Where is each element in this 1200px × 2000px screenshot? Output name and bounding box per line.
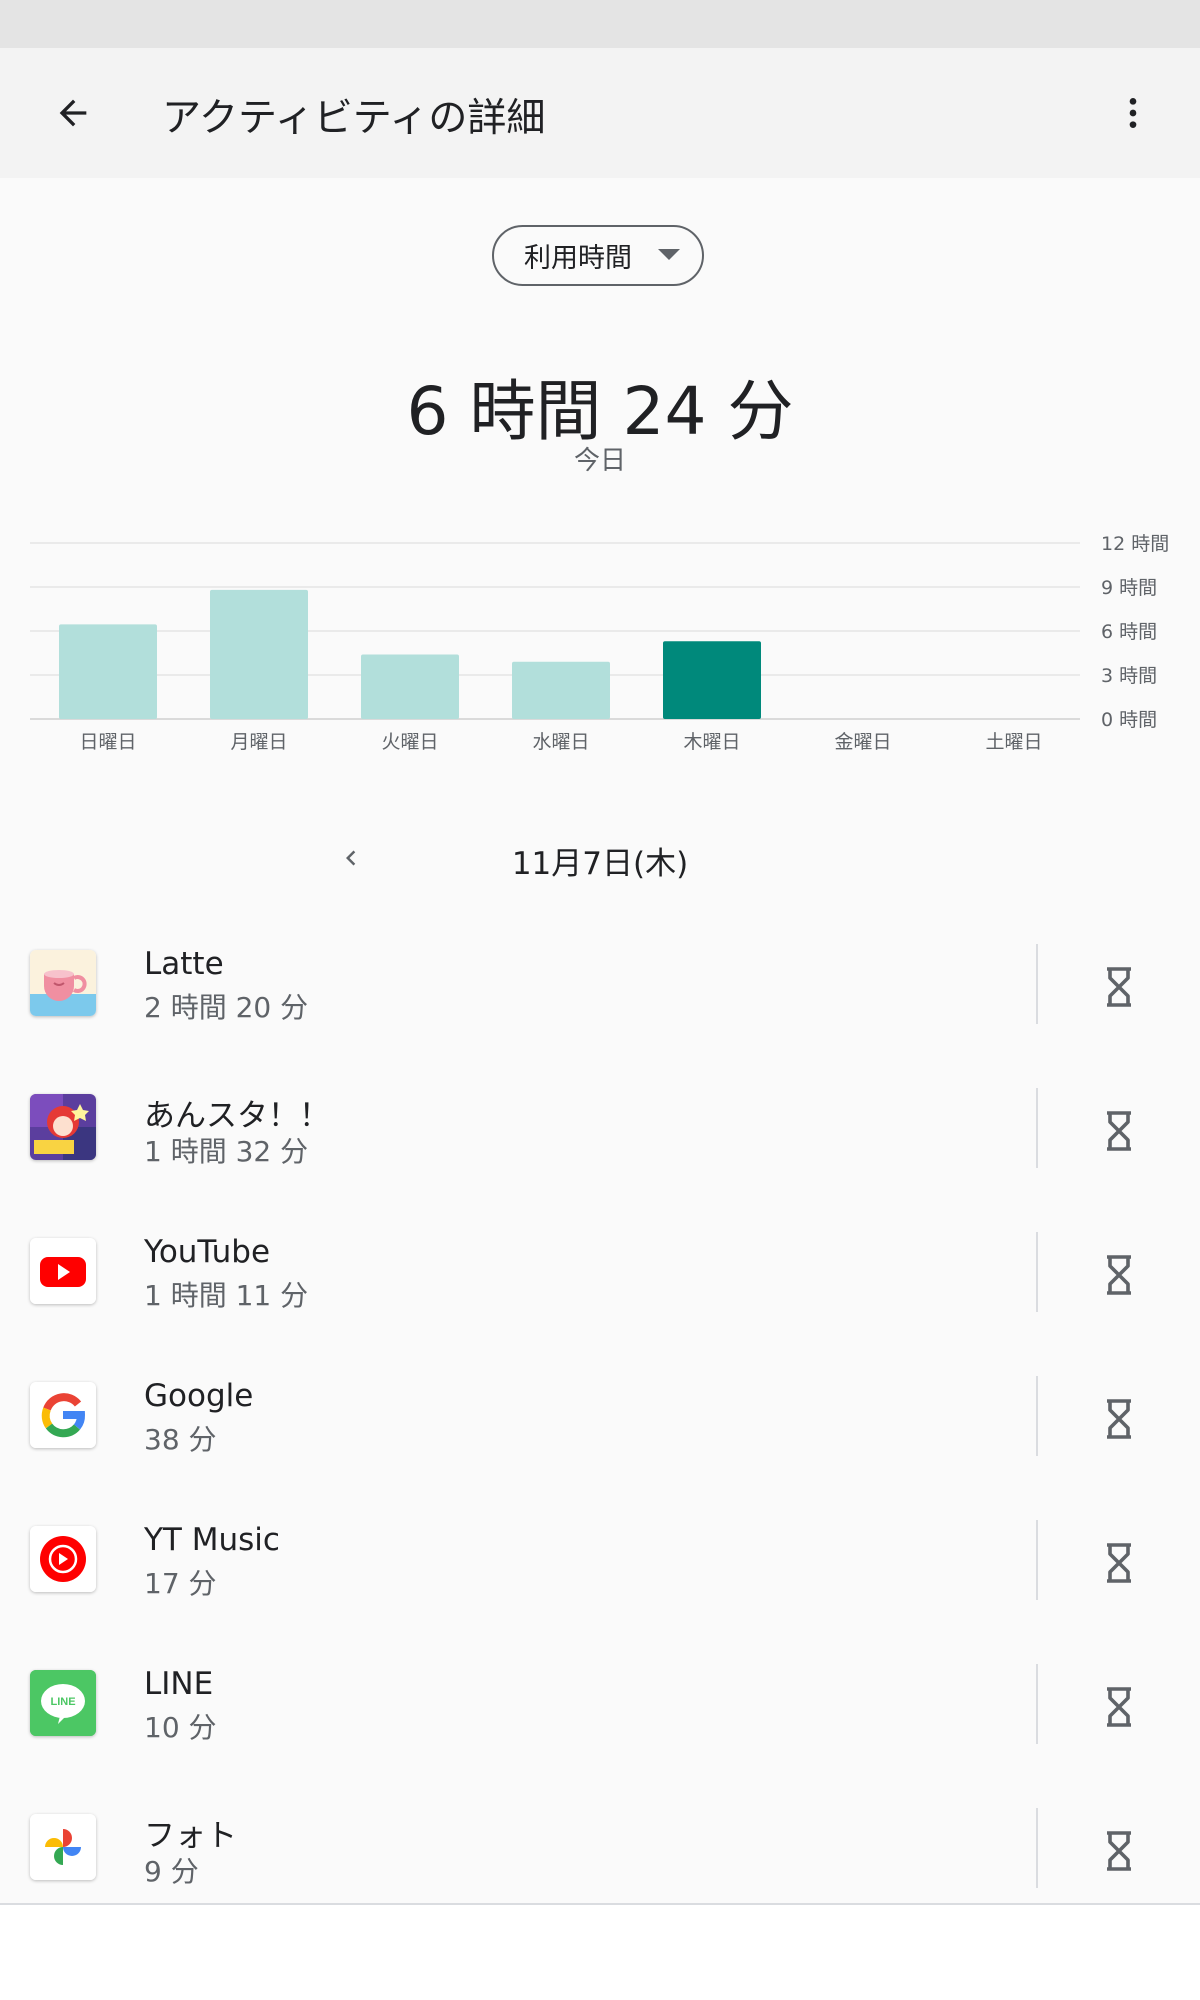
hourglass-icon (1107, 1255, 1131, 1295)
google-app-icon (30, 1382, 96, 1448)
y-tick-label: 12 時間 (1101, 533, 1169, 555)
selected-date: 11月7日(木) (511, 846, 689, 882)
app-usage-time: 9 分 (144, 1855, 199, 1888)
hourglass-icon (1107, 967, 1131, 1007)
more-options-button[interactable] (1100, 80, 1166, 146)
line-app-icon: LINE (30, 1670, 96, 1736)
line-icon-text: LINE (50, 1696, 75, 1708)
hourglass-icon (1107, 1399, 1131, 1439)
ensemble-stars-app-icon (30, 1094, 96, 1160)
hourglass-icon (1107, 1543, 1131, 1583)
google-photos-app-icon (30, 1814, 96, 1880)
x-tick-label: 土曜日 (985, 731, 1042, 753)
x-tick-label: 木曜日 (683, 731, 740, 753)
chart-bar[interactable] (59, 624, 157, 719)
app-timer-button[interactable] (1080, 1092, 1158, 1170)
more-vert-icon (1129, 98, 1137, 128)
app-row-youtube[interactable]: YouTube 1 時間 11 分 (0, 1208, 1200, 1352)
page-title: アクティビティの詳細 (162, 96, 546, 141)
dropdown-caret-icon (658, 249, 680, 260)
app-usage-time: 38 分 (144, 1423, 217, 1456)
x-tick-label: 月曜日 (230, 731, 287, 753)
chart-bar[interactable] (663, 641, 761, 719)
date-navigator: 11月7日(木) (0, 830, 1200, 886)
app-name: フォト (144, 1818, 237, 1854)
latte-app-icon (30, 950, 96, 1016)
row-divider (1036, 1232, 1038, 1312)
yt-music-app-icon (30, 1526, 96, 1592)
hourglass-icon (1107, 1111, 1131, 1151)
app-usage-time: 2 時間 20 分 (144, 991, 309, 1024)
app-timer-button[interactable] (1080, 948, 1158, 1026)
y-tick-label: 6 時間 (1101, 621, 1157, 643)
app-timer-button[interactable] (1080, 1668, 1158, 1746)
app-row-enstars[interactable]: あんスタ！！ 1 時間 32 分 (0, 1064, 1200, 1208)
app-name: Latte (144, 946, 224, 982)
app-bar: アクティビティの詳細 (0, 48, 1200, 178)
hourglass-icon (1107, 1687, 1131, 1727)
back-button[interactable] (40, 80, 106, 146)
app-usage-list: Latte 2 時間 20 分 あんスタ！！ 1 時間 32 分 YouTube… (0, 920, 1200, 1928)
bottom-area (0, 1905, 1200, 2000)
chart-bar[interactable] (361, 654, 459, 719)
row-divider (1036, 944, 1038, 1024)
usage-bar-chart: 0 時間 3 時間 6 時間 9 時間 12 時間日曜日 月曜日 火曜日 水曜日 木曜日 金曜日 土… (30, 533, 1169, 753)
x-tick-label: 日曜日 (79, 731, 136, 753)
row-divider (1036, 1520, 1038, 1600)
app-row-line[interactable]: LINE LINE 10 分 (0, 1640, 1200, 1784)
status-bar (0, 0, 1200, 48)
chart-bar[interactable] (512, 661, 610, 719)
hourglass-icon (1107, 1831, 1131, 1871)
row-divider (1036, 1376, 1038, 1456)
app-row-yt-music[interactable]: YT Music 17 分 (0, 1496, 1200, 1640)
app-name: LINE (144, 1666, 214, 1702)
app-row-google[interactable]: Google 38 分 (0, 1352, 1200, 1496)
app-timer-button[interactable] (1080, 1380, 1158, 1458)
row-divider (1036, 1664, 1038, 1744)
metric-dropdown[interactable]: 利用時間 (492, 225, 704, 286)
chart-bar[interactable] (210, 589, 308, 719)
y-tick-label: 0 時間 (1101, 709, 1157, 731)
app-timer-button[interactable] (1080, 1236, 1158, 1314)
app-usage-time: 1 時間 11 分 (144, 1279, 309, 1312)
x-tick-label: 火曜日 (381, 731, 438, 753)
metric-dropdown-label: 利用時間 (524, 243, 632, 274)
app-name: あんスタ！！ (144, 1098, 330, 1134)
x-tick-label: 水曜日 (532, 731, 589, 753)
row-divider (1036, 1808, 1038, 1888)
youtube-app-icon (30, 1238, 96, 1304)
app-usage-time: 10 分 (144, 1711, 217, 1744)
app-name: Google (144, 1378, 254, 1414)
app-name: YT Music (144, 1522, 280, 1558)
y-tick-label: 3 時間 (1101, 665, 1157, 687)
arrow-back-icon (59, 99, 87, 127)
period-label: 今日 (573, 446, 626, 476)
app-usage-time: 17 分 (144, 1567, 217, 1600)
y-tick-label: 9 時間 (1101, 577, 1157, 599)
app-name: YouTube (144, 1234, 271, 1270)
app-timer-button[interactable] (1080, 1812, 1158, 1890)
app-timer-button[interactable] (1080, 1524, 1158, 1602)
app-usage-time: 1 時間 32 分 (144, 1135, 309, 1168)
row-divider (1036, 1088, 1038, 1168)
x-tick-label: 金曜日 (834, 731, 891, 753)
app-row-latte[interactable]: Latte 2 時間 20 分 (0, 920, 1200, 1064)
